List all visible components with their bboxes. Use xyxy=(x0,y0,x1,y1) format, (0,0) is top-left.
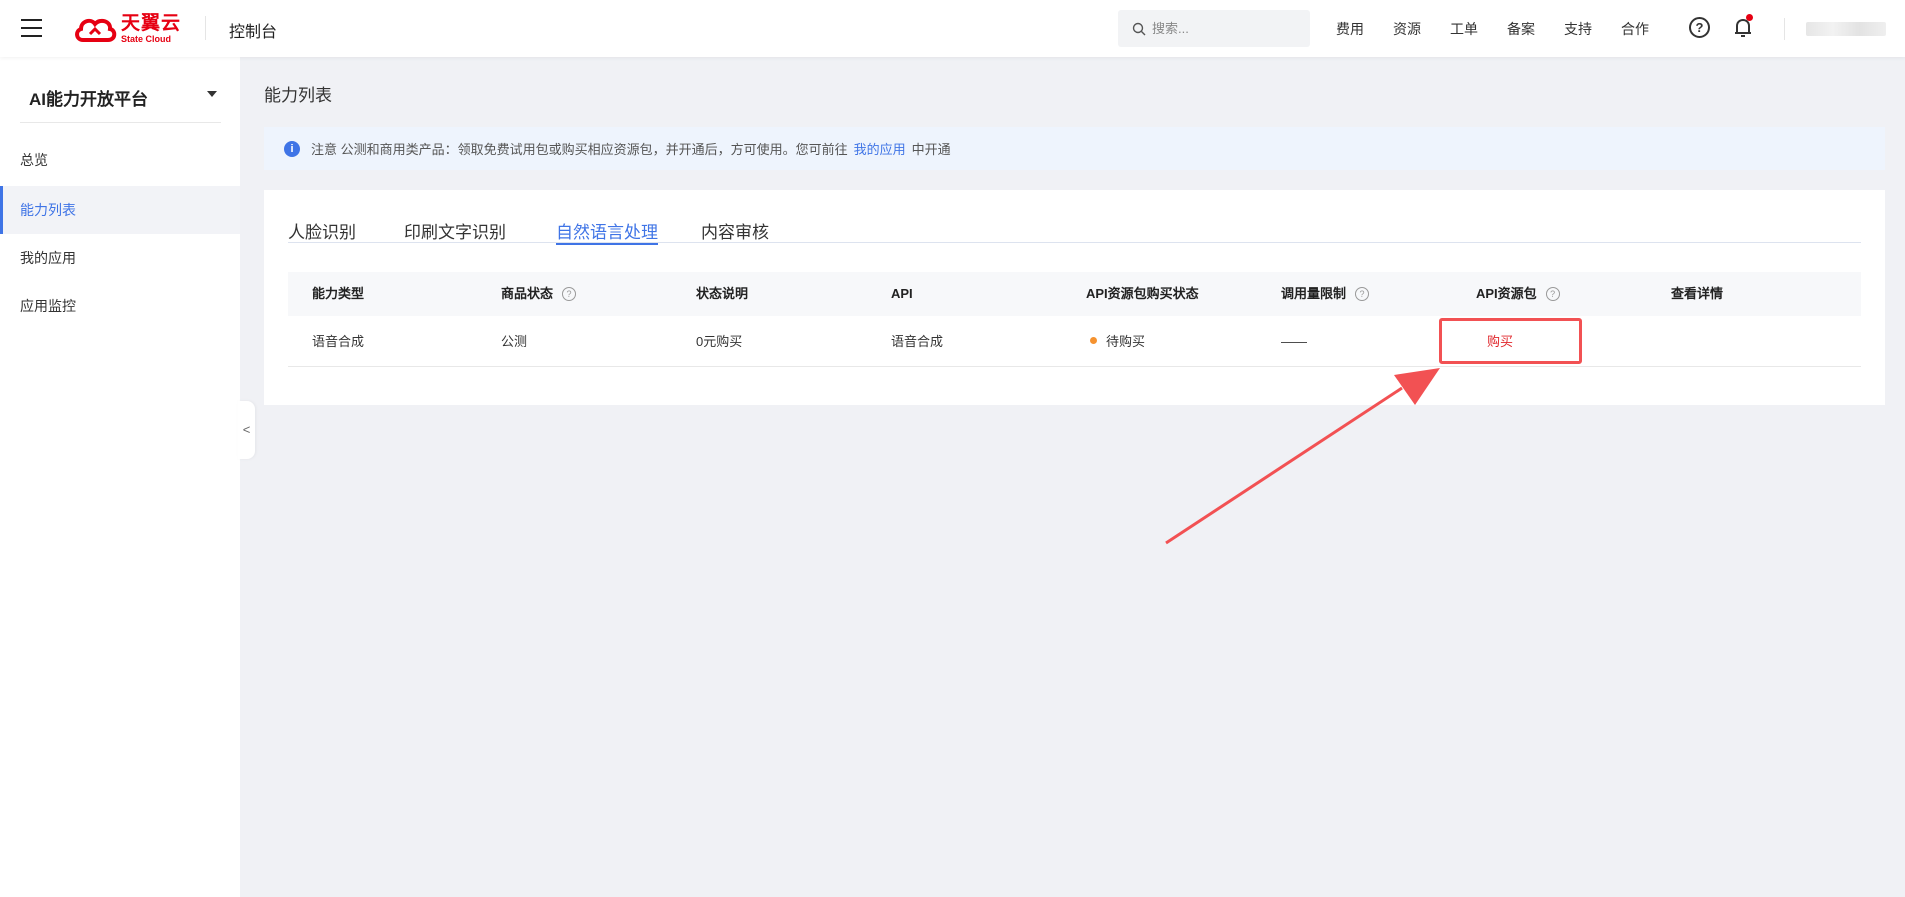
question-icon[interactable]: ? xyxy=(1545,287,1560,301)
col-product-status: 商品状态? xyxy=(501,272,577,316)
sidebar-item-capability-list[interactable]: 能力列表 xyxy=(0,186,240,234)
search-icon xyxy=(1132,22,1146,35)
tab-content-moderation[interactable]: 内容审核 xyxy=(701,218,769,243)
nav-tickets[interactable]: 工单 xyxy=(1450,19,1478,39)
help-icon[interactable]: ? xyxy=(1689,17,1710,38)
notice-text-end: 中开通 xyxy=(911,142,951,157)
col-status-desc: 状态说明 xyxy=(696,286,749,301)
cloud-logo-icon xyxy=(75,18,117,42)
nav-partner[interactable]: 合作 xyxy=(1621,19,1649,39)
notification-dot xyxy=(1746,14,1753,21)
cell-api: 语音合成 xyxy=(891,334,944,349)
tab-nlp[interactable]: 自然语言处理 xyxy=(556,218,658,245)
my-apps-link[interactable]: 我的应用 xyxy=(854,139,906,158)
nav-fees[interactable]: 费用 xyxy=(1336,19,1364,39)
cell-purchase-status: 待购买 xyxy=(1090,316,1145,367)
col-api: API xyxy=(891,286,913,301)
cell-call-limit: —— xyxy=(1281,334,1307,349)
col-type: 能力类型 xyxy=(312,286,365,301)
sidebar-item-overview[interactable]: 总览 xyxy=(0,136,240,184)
notice-banner: i 注意 公测和商用类产品：领取免费试用包或购买相应资源包，并开通后，方可使用。… xyxy=(264,127,1885,170)
divider xyxy=(1784,18,1785,40)
col-call-limit: 调用量限制? xyxy=(1281,272,1370,316)
question-icon[interactable]: ? xyxy=(562,287,577,301)
col-purchase-status: API资源包购买状态 xyxy=(1086,286,1199,301)
cell-product-status: 公测 xyxy=(501,334,528,349)
top-bar: 天翼云 State Cloud 控制台 费用 资源 工单 备案 支持 合作 ? xyxy=(0,0,1905,57)
table-row: 语音合成 公测 0元购买 语音合成 待购买 —— 购买 xyxy=(288,316,1861,367)
status-dot xyxy=(1090,337,1097,345)
divider xyxy=(20,122,221,123)
nav-support[interactable]: 支持 xyxy=(1564,19,1592,39)
tab-bar: 人脸识别 印刷文字识别 自然语言处理 内容审核 xyxy=(288,218,1861,245)
top-nav: 费用 资源 工单 备案 支持 合作 xyxy=(1336,19,1678,39)
table-header: 能力类型 商品状态? 状态说明 API API资源包购买状态 调用量限制? AP… xyxy=(288,272,1861,316)
logo[interactable]: 天翼云 State Cloud xyxy=(73,12,181,46)
page-title: 能力列表 xyxy=(264,86,332,105)
search-input[interactable] xyxy=(1152,21,1302,36)
tab-ocr[interactable]: 印刷文字识别 xyxy=(404,218,506,243)
capability-card: 人脸识别 印刷文字识别 自然语言处理 内容审核 能力类型 商品状态? 状态说明 … xyxy=(264,190,1885,405)
console-title[interactable]: 控制台 xyxy=(229,18,277,42)
logo-text-cn: 天翼云 xyxy=(121,13,182,34)
nav-resources[interactable]: 资源 xyxy=(1393,19,1421,39)
highlight-annotation xyxy=(1439,318,1582,364)
tab-face-recognition[interactable]: 人脸识别 xyxy=(288,218,356,243)
sidebar-item-my-apps[interactable]: 我的应用 xyxy=(0,234,240,282)
sidebar-item-app-monitor[interactable]: 应用监控 xyxy=(0,282,240,330)
nav-filing[interactable]: 备案 xyxy=(1507,19,1535,39)
notice-text: 注意 公测和商用类产品：领取免费试用包或购买相应资源包，并开通后，方可使用。您可… xyxy=(311,142,848,157)
sidebar: AI能力开放平台 总览 能力列表 我的应用 应用监控 xyxy=(0,57,240,897)
search-box[interactable] xyxy=(1118,10,1310,47)
question-icon[interactable]: ? xyxy=(1355,287,1370,301)
cell-type: 语音合成 xyxy=(312,334,365,349)
platform-title[interactable]: AI能力开放平台 xyxy=(29,85,148,110)
divider xyxy=(205,16,206,40)
cell-status-desc: 0元购买 xyxy=(696,334,743,349)
info-icon: i xyxy=(284,140,300,157)
caret-down-icon[interactable] xyxy=(207,91,217,97)
col-api-package: API资源包? xyxy=(1476,272,1560,316)
logo-text-en: State Cloud xyxy=(121,34,172,44)
col-details: 查看详情 xyxy=(1671,286,1724,301)
user-account[interactable] xyxy=(1806,22,1886,36)
sidebar-collapse-icon[interactable]: < xyxy=(238,401,255,459)
hamburger-menu-icon[interactable] xyxy=(21,19,42,37)
